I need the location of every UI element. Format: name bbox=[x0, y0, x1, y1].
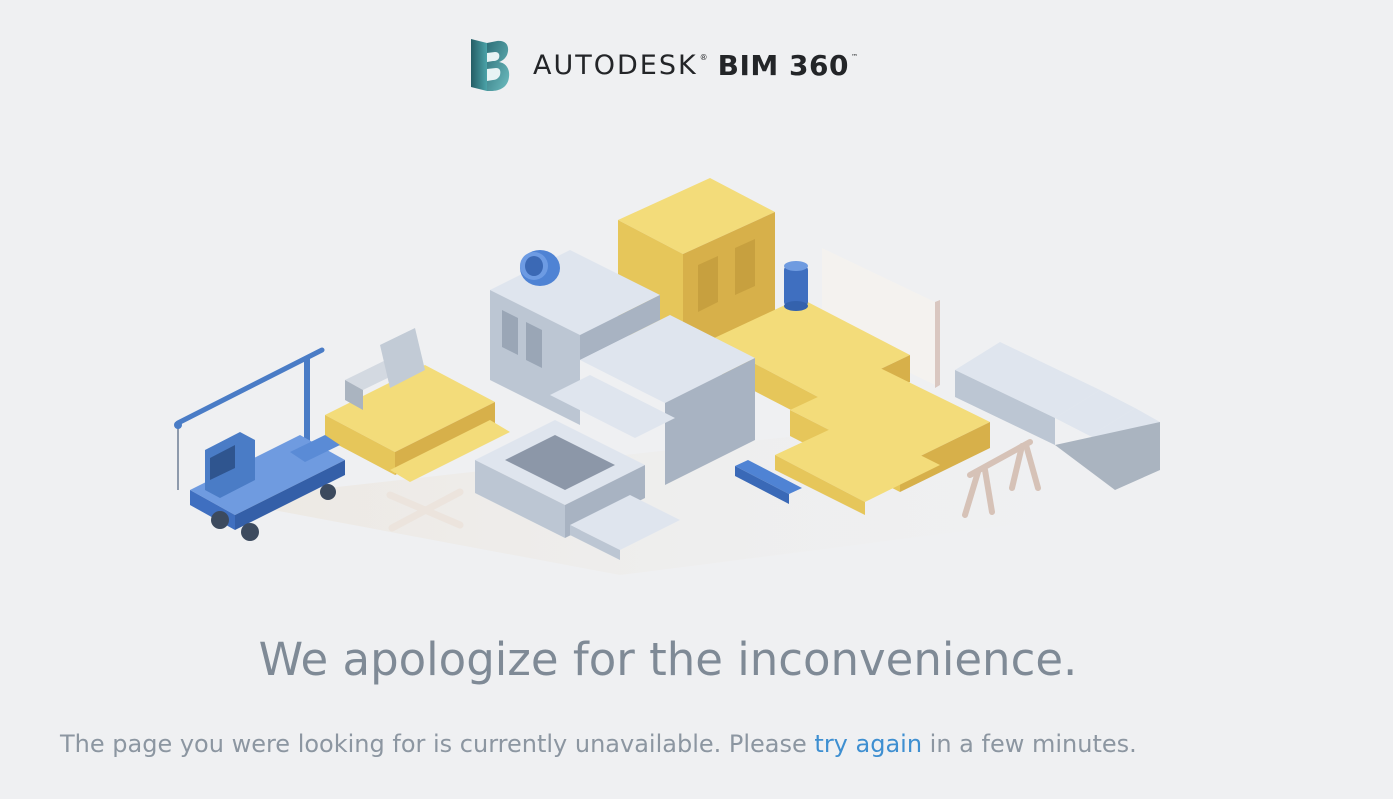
bim-360-logo-icon bbox=[471, 39, 510, 91]
message-prefix: The page you were looking for is current… bbox=[60, 730, 815, 758]
trademark-mark: ™ bbox=[851, 53, 858, 61]
construction-site-illustration bbox=[174, 178, 1210, 575]
brand-name: AUTODESK bbox=[533, 50, 698, 81]
blue-pipe bbox=[520, 250, 560, 286]
message-suffix: in a few minutes. bbox=[922, 730, 1137, 758]
registered-mark: ® bbox=[699, 53, 708, 62]
blue-barrel bbox=[784, 261, 808, 311]
logo-wordmark: AUTODESK ® BIM 360 ™ bbox=[533, 52, 858, 80]
error-headline: We apologize for the inconvenience. bbox=[258, 633, 1078, 686]
error-message: The page you were looking for is current… bbox=[60, 727, 1137, 761]
error-page: AUTODESK ® BIM 360 ™ We apologize for th… bbox=[0, 0, 1393, 799]
autodesk-bim360-logo[interactable]: AUTODESK ® BIM 360 ™ bbox=[469, 36, 858, 94]
try-again-link[interactable]: try again bbox=[814, 730, 922, 758]
product-name: BIM 360 bbox=[717, 49, 849, 82]
